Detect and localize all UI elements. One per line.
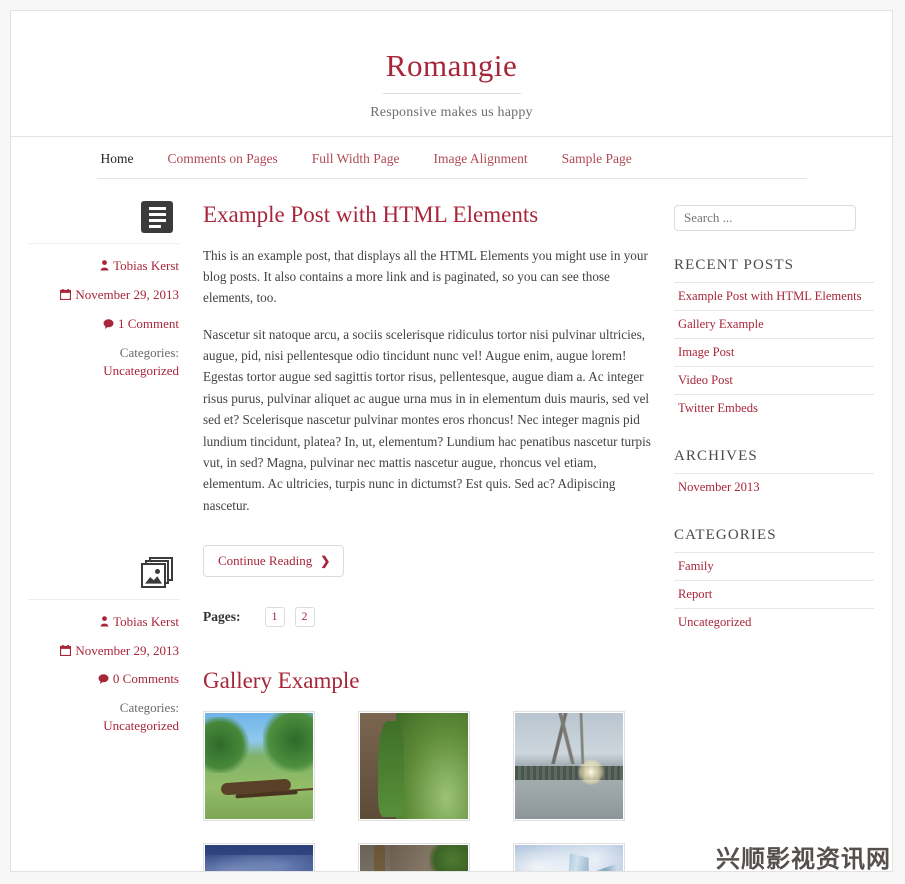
comment-bubble-icon bbox=[98, 672, 109, 689]
post-example-post-with-html-elements: Example Post with HTML Elements This is … bbox=[203, 201, 656, 628]
calendar-icon bbox=[60, 288, 72, 305]
nav-item-image-alignment[interactable]: Image Alignment bbox=[433, 151, 527, 167]
nav-item-home[interactable]: Home bbox=[101, 151, 134, 167]
gallery-thumbnail[interactable] bbox=[203, 842, 315, 871]
gallery-thumbnail[interactable] bbox=[513, 710, 625, 821]
recent-post-item[interactable]: Twitter Embeds bbox=[674, 394, 874, 422]
archives-list: November 2013 bbox=[674, 473, 874, 501]
watermark-text: 兴顺影视资讯网 bbox=[716, 845, 891, 873]
page-link-2[interactable]: 2 bbox=[294, 607, 315, 628]
calendar-icon bbox=[60, 644, 72, 661]
widget-categories: CATEGORIES Family Report Uncategorized bbox=[674, 527, 874, 636]
gallery-thumbnail[interactable] bbox=[203, 710, 315, 821]
post-gallery-example: Gallery Example bbox=[203, 667, 656, 871]
category-item[interactable]: Report bbox=[674, 580, 874, 608]
post-comment-text: 0 Comments bbox=[112, 671, 179, 687]
post-date[interactable]: November 29, 2013 bbox=[29, 287, 179, 304]
archive-item[interactable]: November 2013 bbox=[674, 473, 874, 501]
post-author[interactable]: Tobias Kerst bbox=[29, 614, 179, 631]
person-icon bbox=[100, 259, 109, 276]
recent-post-item[interactable]: Example Post with HTML Elements bbox=[674, 282, 874, 310]
categories-label: Categories: bbox=[119, 700, 179, 716]
site-header: Romangie Responsive makes us happy bbox=[11, 11, 892, 137]
recent-post-item[interactable]: Video Post bbox=[674, 366, 874, 394]
page-link-1[interactable]: 1 bbox=[264, 607, 285, 628]
comment-bubble-icon-svg bbox=[98, 674, 109, 685]
nav-item-comments-on-pages[interactable]: Comments on Pages bbox=[168, 151, 278, 167]
category-item[interactable]: Family bbox=[674, 552, 874, 580]
site-tagline: Responsive makes us happy bbox=[370, 105, 533, 121]
pages-label: Pages: bbox=[203, 609, 241, 625]
main-content-row: Tobias Kerst November 29, 2013 1 Comment… bbox=[11, 179, 892, 871]
page-container: Romangie Responsive makes us happy Home … bbox=[10, 10, 893, 872]
post-meta-gallery-example: Tobias Kerst November 29, 2013 0 Comment… bbox=[29, 556, 179, 735]
category-item[interactable]: Uncategorized bbox=[674, 608, 874, 636]
widget-archives: ARCHIVES November 2013 bbox=[674, 448, 874, 501]
post-pagination: Pages: 1 2 bbox=[203, 607, 656, 628]
chevron-right-icon: ❯ bbox=[320, 554, 331, 569]
continue-reading-button[interactable]: Continue Reading ❯ bbox=[203, 545, 345, 578]
person-icon-svg bbox=[100, 615, 109, 627]
meta-divider bbox=[29, 598, 179, 600]
post-author-name: Tobias Kerst bbox=[113, 258, 179, 273]
post-date-text: November 29, 2013 bbox=[75, 286, 179, 302]
post-category-link[interactable]: Uncategorized bbox=[29, 363, 179, 379]
post-comment-count[interactable]: 1 Comment bbox=[29, 316, 179, 333]
post-date-text: November 29, 2013 bbox=[75, 642, 179, 658]
article-column: Example Post with HTML Elements This is … bbox=[189, 201, 674, 871]
post-paragraph: Nascetur sit natoque arcu, a sociis scel… bbox=[203, 326, 651, 513]
post-author-name: Tobias Kerst bbox=[113, 613, 179, 629]
post-date[interactable]: November 29, 2013 bbox=[29, 643, 179, 660]
nav-item-sample-page[interactable]: Sample Page bbox=[562, 151, 632, 167]
gallery-thumbnail[interactable] bbox=[513, 842, 625, 871]
post-meta-example-post: Tobias Kerst November 29, 2013 1 Comment… bbox=[29, 201, 179, 379]
widget-title: CATEGORIES bbox=[674, 527, 777, 543]
post-category-link[interactable]: Uncategorized bbox=[29, 718, 179, 734]
document-lines-icon bbox=[141, 201, 173, 233]
recent-post-item[interactable]: Image Post bbox=[674, 338, 874, 366]
comment-bubble-icon-svg bbox=[103, 319, 114, 329]
gallery-thumbnail[interactable] bbox=[358, 710, 470, 821]
comment-bubble-icon bbox=[103, 317, 114, 334]
post-author[interactable]: Tobias Kerst bbox=[29, 258, 179, 275]
gallery-grid bbox=[203, 710, 656, 871]
widget-title: ARCHIVES bbox=[674, 448, 758, 464]
widget-recent-posts: RECENT POSTS Example Post with HTML Elem… bbox=[674, 257, 874, 422]
title-divider bbox=[382, 93, 521, 95]
post-title-link[interactable]: Gallery Example bbox=[203, 667, 656, 695]
site-title[interactable]: Romangie bbox=[11, 48, 892, 83]
post-title-link[interactable]: Example Post with HTML Elements bbox=[203, 201, 656, 229]
calendar-icon-svg bbox=[60, 644, 72, 656]
widget-title: RECENT POSTS bbox=[674, 257, 795, 273]
gallery-thumbnail[interactable] bbox=[358, 842, 470, 871]
calendar-icon-svg bbox=[60, 288, 72, 300]
search-input[interactable] bbox=[674, 205, 856, 231]
categories-label: Categories: bbox=[119, 344, 179, 360]
sidebar: RECENT POSTS Example Post with HTML Elem… bbox=[674, 201, 874, 871]
person-icon bbox=[100, 615, 109, 632]
recent-posts-list: Example Post with HTML Elements Gallery … bbox=[674, 282, 874, 422]
recent-post-item[interactable]: Gallery Example bbox=[674, 310, 874, 338]
post-paragraph: This is an example post, that displays a… bbox=[203, 247, 648, 306]
nav-item-full-width-page[interactable]: Full Width Page bbox=[312, 151, 400, 167]
post-comment-text: 1 Comment bbox=[117, 315, 179, 331]
meta-divider bbox=[29, 243, 179, 244]
post-meta-column: Tobias Kerst November 29, 2013 1 Comment… bbox=[29, 201, 189, 871]
primary-navigation: Home Comments on Pages Full Width Page I… bbox=[11, 137, 892, 179]
post-comment-count[interactable]: 0 Comments bbox=[29, 671, 179, 688]
categories-list: Family Report Uncategorized bbox=[674, 552, 874, 636]
person-icon-svg bbox=[100, 260, 109, 271]
continue-reading-label: Continue Reading bbox=[218, 553, 313, 569]
gallery-stack-icon bbox=[141, 556, 173, 589]
